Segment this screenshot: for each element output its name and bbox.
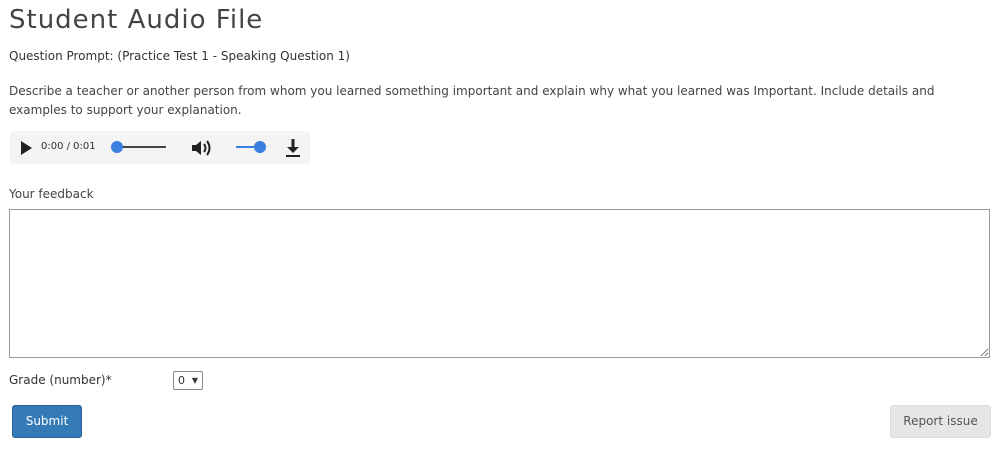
- question-prompt-heading: Question Prompt: (Practice Test 1 - Spea…: [9, 49, 350, 63]
- audio-time: 0:00 / 0:01: [41, 141, 96, 152]
- grade-selected-value: 0: [178, 374, 185, 387]
- feedback-textarea[interactable]: [9, 209, 990, 358]
- chevron-down-icon: ▼: [191, 376, 198, 385]
- audio-player: 0:00 / 0:01: [10, 131, 310, 164]
- report-issue-button[interactable]: Report issue: [890, 405, 991, 438]
- question-prompt-text: Describe a teacher or another person fro…: [9, 84, 935, 117]
- play-icon[interactable]: [21, 141, 32, 155]
- grade-label: Grade (number)*: [9, 373, 112, 387]
- volume-thumb[interactable]: [254, 141, 266, 153]
- grade-select[interactable]: 0 ▼: [173, 371, 203, 390]
- download-icon[interactable]: [284, 138, 302, 158]
- volume-icon[interactable]: [191, 139, 213, 157]
- page-title: Student Audio File: [9, 5, 264, 35]
- seek-slider[interactable]: [118, 146, 166, 148]
- submit-button[interactable]: Submit: [12, 405, 82, 438]
- feedback-label: Your feedback: [9, 187, 94, 201]
- seek-thumb[interactable]: [111, 141, 123, 153]
